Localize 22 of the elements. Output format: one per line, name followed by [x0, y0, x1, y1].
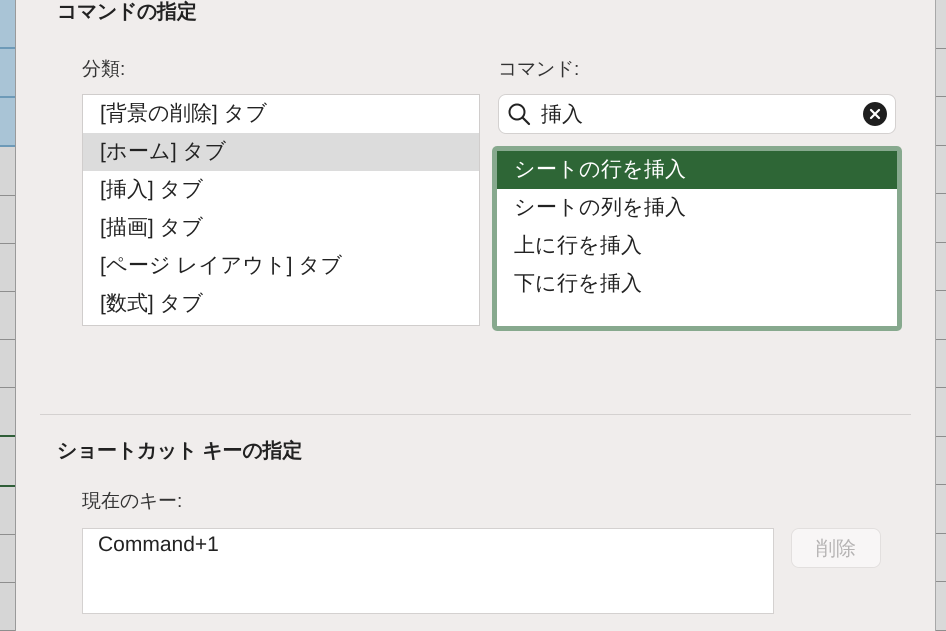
command-label: コマンド:	[498, 58, 580, 82]
command-item[interactable]: 上に行を挿入	[497, 227, 897, 265]
command-item[interactable]: シートの列を挿入	[497, 189, 897, 227]
category-item[interactable]: [描画] タブ	[83, 209, 479, 247]
section-title: コマンドの指定	[57, 0, 198, 24]
current-keys-label: 現在のキー:	[82, 490, 182, 514]
command-item[interactable]: 下に行を挿入	[497, 265, 897, 303]
section-title: ショートカット キーの指定	[57, 438, 304, 464]
search-icon	[507, 102, 531, 126]
search-field[interactable]: 挿入	[498, 94, 896, 134]
category-item[interactable]: [数式] タブ	[83, 285, 479, 323]
category-label: 分類:	[82, 58, 126, 82]
category-item[interactable]: [挿入] タブ	[83, 171, 479, 209]
sheet-cell	[0, 49, 15, 98]
shortcut-key[interactable]: Command+1	[98, 533, 219, 557]
sheet-cell	[0, 0, 15, 50]
category-item[interactable]: [ホーム] タブ	[83, 133, 479, 171]
clear-icon[interactable]	[863, 102, 887, 126]
command-item[interactable]: シートの行を挿入	[497, 151, 897, 189]
category-item[interactable]: [ページ レイアウト] タブ	[83, 247, 479, 285]
category-item[interactable]: [背景の削除] タブ	[83, 95, 479, 133]
sheet-cell	[0, 98, 15, 148]
